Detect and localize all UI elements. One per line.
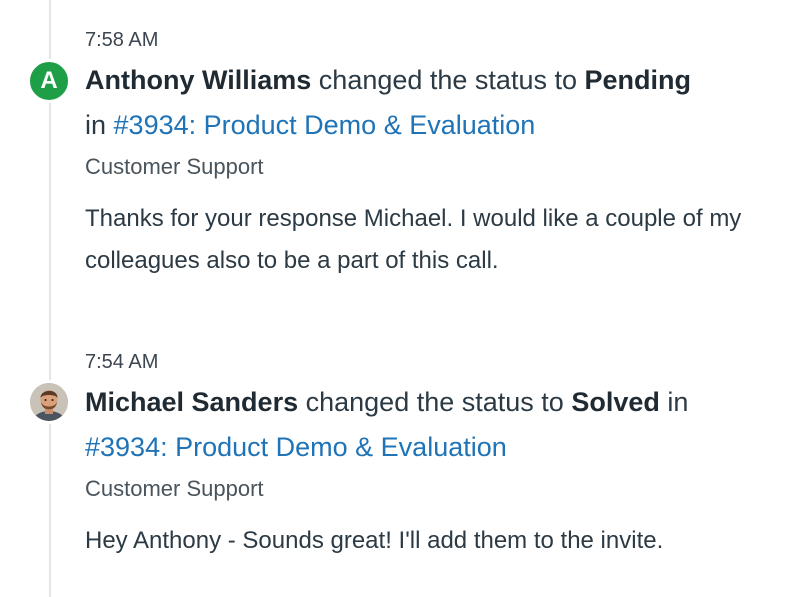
- ticket-link[interactable]: #3934: Product Demo & Evaluation: [114, 110, 536, 140]
- status-value: Solved: [571, 387, 660, 417]
- event-headline: Anthony Williams changed the status to P…: [85, 58, 785, 148]
- ticket-link[interactable]: #3934: Product Demo & Evaluation: [85, 432, 507, 462]
- event-time: 7:54 AM: [85, 351, 159, 373]
- event-headline: Michael Sanders changed the status to So…: [85, 380, 785, 470]
- group-name: Customer Support: [85, 154, 264, 179]
- group-name: Customer Support: [85, 476, 264, 501]
- author-name[interactable]: Anthony Williams: [85, 65, 311, 95]
- event-message: Hey Anthony - Sounds great! I'll add the…: [85, 527, 664, 554]
- user-photo-icon: [30, 383, 68, 421]
- event-preposition: in: [85, 110, 107, 140]
- avatar[interactable]: [27, 380, 71, 424]
- event-action: changed the status to: [318, 65, 577, 95]
- avatar[interactable]: A: [27, 59, 71, 103]
- event-message: Thanks for your response Michael. I woul…: [85, 205, 742, 274]
- event-preposition: in: [667, 387, 689, 417]
- author-name[interactable]: Michael Sanders: [85, 387, 298, 417]
- event-time: 7:58 AM: [85, 29, 159, 51]
- avatar-initial: A: [40, 67, 58, 94]
- event-action: changed the status to: [305, 387, 564, 417]
- status-value: Pending: [584, 65, 692, 95]
